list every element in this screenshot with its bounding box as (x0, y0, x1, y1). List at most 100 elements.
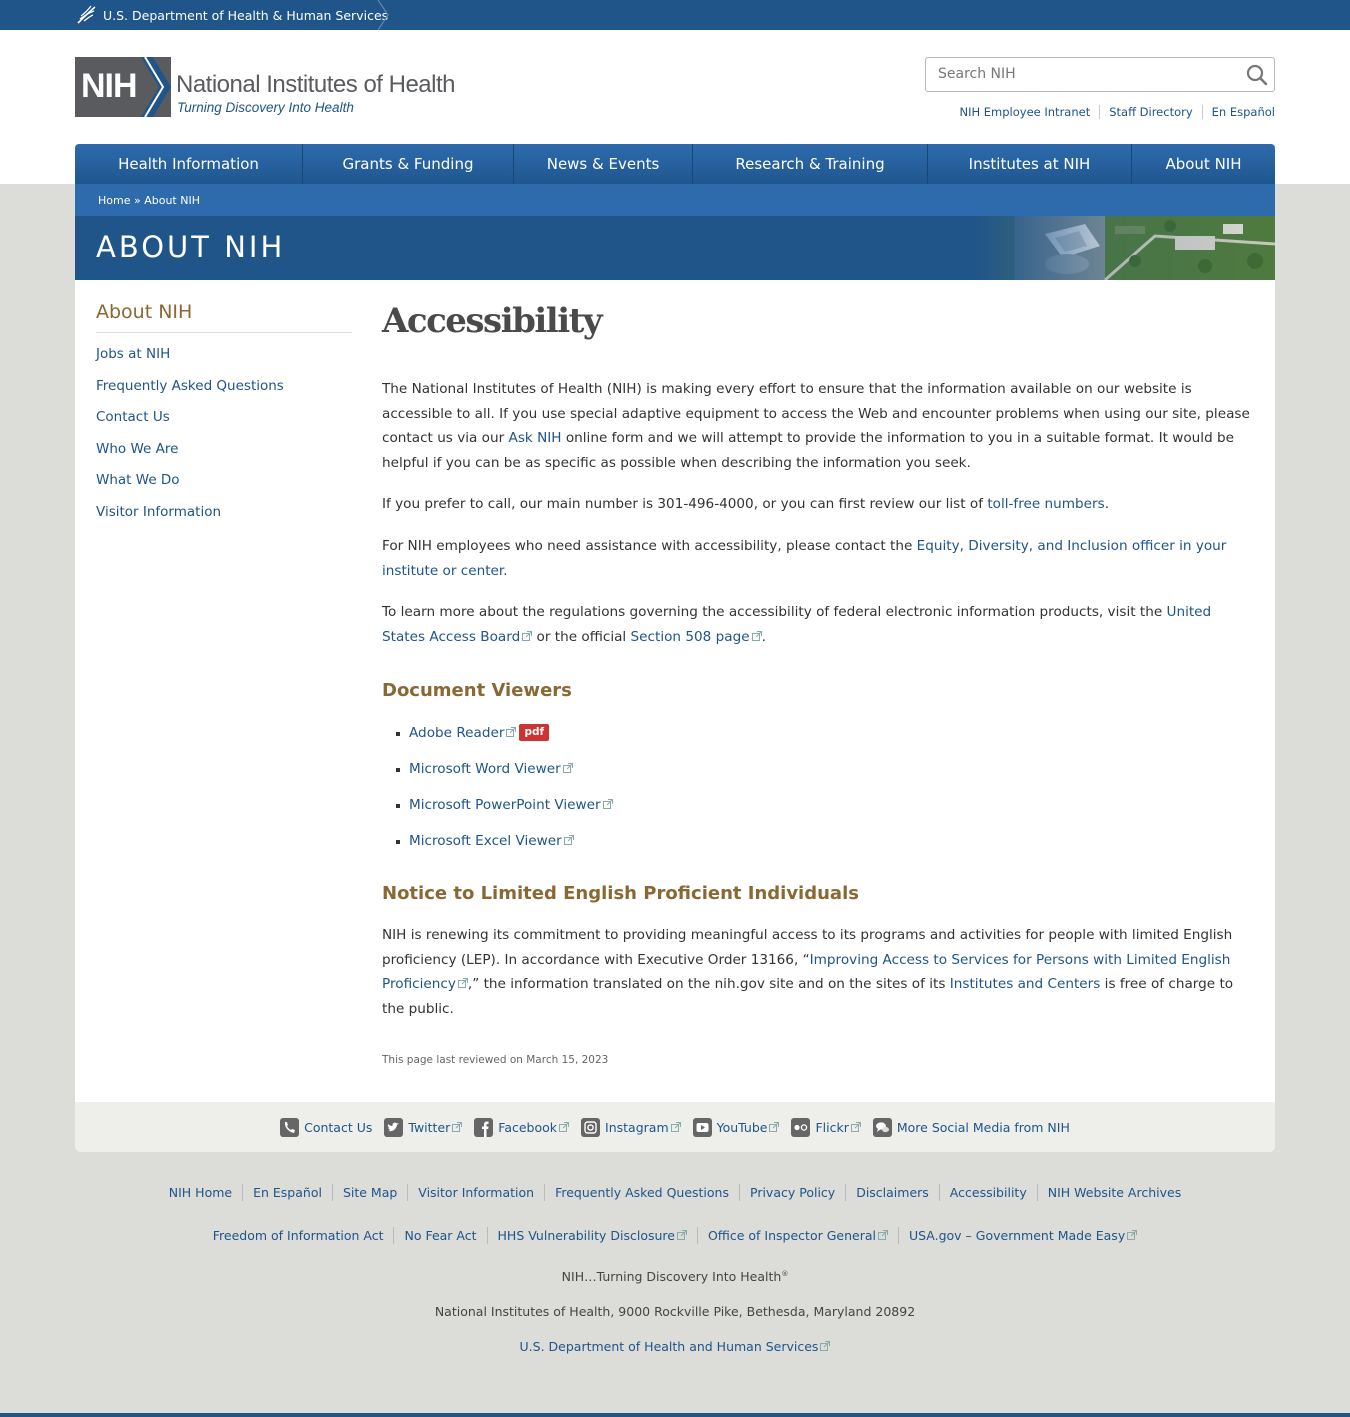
ask-nih-link[interactable]: Ask NIH (509, 430, 562, 446)
footer-link[interactable]: Frequently Asked Questions (544, 1184, 739, 1201)
sidebar-item-contact: Contact Us (96, 406, 284, 438)
nih-logo-title: National Institutes of Health (176, 71, 456, 98)
sidebar-item-who-we-are: Who We Are (96, 438, 284, 470)
footer-links-row-2: Freedom of Information Act No Fear Act H… (0, 1227, 1350, 1244)
external-link-icon (878, 1230, 888, 1240)
main-container: Home » About NIH ABOUT NIH About NIH Job… (75, 184, 1275, 1152)
footer-address: National Institutes of Health, 9000 Rock… (434, 1304, 916, 1319)
sidebar-link[interactable]: Contact Us (96, 409, 170, 425)
footer-link[interactable]: Freedom of Information Act (203, 1227, 394, 1244)
excel-viewer-link[interactable]: Microsoft Excel Viewer (409, 833, 574, 849)
sidebar-link[interactable]: Who We Are (96, 441, 178, 457)
external-link-icon (677, 1230, 687, 1240)
nav-grants-funding[interactable]: Grants & Funding (303, 144, 514, 184)
text: . (761, 628, 766, 645)
footer-link[interactable]: En Español (242, 1184, 332, 1201)
section-508-link[interactable]: Section 508 page (631, 629, 762, 645)
social-contact-us[interactable]: Contact Us (280, 1117, 373, 1137)
social-flickr[interactable]: Flickr (791, 1117, 861, 1137)
util-link-espanol[interactable]: En Español (1201, 105, 1275, 119)
facebook-icon (474, 1117, 494, 1137)
external-link-icon (452, 1122, 462, 1132)
breadcrumb-home[interactable]: Home (98, 194, 130, 207)
breadcrumb-current: About NIH (144, 193, 200, 207)
text: ,” the information translated on the nih… (467, 976, 950, 993)
footer-link-external[interactable]: Office of Inspector General (696, 1227, 898, 1244)
text: If you prefer to call, our main number i… (382, 496, 988, 512)
campus-aerial-image (975, 216, 1275, 280)
social-label: More Social Media from NIH (896, 1119, 1070, 1135)
external-link-icon (564, 835, 574, 845)
list-item: Microsoft PowerPoint Viewer (396, 793, 613, 829)
footer-link[interactable]: NIH Home (159, 1184, 242, 1201)
social-twitter[interactable]: Twitter (384, 1117, 462, 1137)
external-link-icon (671, 1122, 681, 1132)
footer-link[interactable]: Visitor Information (407, 1184, 544, 1201)
nav-institutes[interactable]: Institutes at NIH (928, 144, 1132, 184)
paragraph-intro: The National Institutes of Health (NIH) … (382, 377, 1257, 475)
word-viewer-link[interactable]: Microsoft Word Viewer (409, 761, 573, 777)
text: . (1104, 496, 1110, 512)
hhs-chevron-icon (377, 0, 389, 30)
footer-link[interactable]: Disclaimers (845, 1184, 939, 1201)
footer-link-external[interactable]: HHS Vulnerability Disclosure (486, 1227, 697, 1244)
nav-research-training[interactable]: Research & Training (693, 144, 928, 184)
util-link-intranet[interactable]: NIH Employee Intranet (950, 105, 1099, 119)
nav-news-events[interactable]: News & Events (514, 144, 693, 184)
link-text: Office of Inspector General (707, 1228, 876, 1243)
social-youtube[interactable]: YouTube (692, 1117, 780, 1137)
footer-link-external[interactable]: USA.gov – Government Made Easy (897, 1227, 1147, 1244)
text: . (503, 562, 508, 579)
social-label: Contact Us (304, 1119, 373, 1135)
institutes-centers-link[interactable]: Institutes and Centers (950, 976, 1101, 992)
hhs-label: U.S. Department of Health & Human Servic… (103, 7, 389, 23)
search-input[interactable] (938, 66, 1238, 82)
footer-link[interactable]: No Fear Act (393, 1227, 486, 1244)
external-link-icon (559, 1122, 569, 1132)
list-item: Microsoft Word Viewer (396, 757, 613, 793)
nav-about-nih[interactable]: About NIH (1132, 144, 1275, 184)
footer-hhs-link[interactable]: U.S. Department of Health and Human Serv… (520, 1339, 831, 1354)
hhs-top-bar: U.S. Department of Health & Human Servic… (0, 0, 1350, 30)
hhs-link[interactable]: U.S. Department of Health & Human Servic… (75, 0, 388, 30)
external-link-icon (563, 763, 573, 773)
footer-link[interactable]: Accessibility (938, 1184, 1037, 1201)
link-text: Adobe Reader (409, 725, 505, 741)
social-instagram[interactable]: Instagram (581, 1117, 681, 1137)
link-text: Section 508 page (630, 628, 750, 645)
social-facebook[interactable]: Facebook (474, 1117, 569, 1137)
link-text: USA.gov – Government Made Easy (908, 1228, 1126, 1243)
sidebar-divider (96, 332, 352, 333)
nav-health-information[interactable]: Health Information (75, 144, 303, 184)
search-icon[interactable] (1245, 63, 1269, 87)
external-link-icon (458, 978, 468, 988)
social-more[interactable]: More Social Media from NIH (872, 1117, 1070, 1137)
flickr-icon (791, 1117, 811, 1137)
footer-link[interactable]: Site Map (331, 1184, 407, 1201)
powerpoint-viewer-link[interactable]: Microsoft PowerPoint Viewer (409, 797, 613, 813)
footer-link[interactable]: Privacy Policy (739, 1184, 845, 1201)
paragraph-lep: NIH is renewing its commitment to provid… (382, 923, 1257, 1021)
external-link-icon (851, 1122, 861, 1132)
nih-logo[interactable]: NIH National Institutes of Health Turnin… (75, 57, 475, 119)
sidebar-link[interactable]: Visitor Information (96, 504, 221, 520)
util-link-staff-directory[interactable]: Staff Directory (1099, 105, 1201, 119)
hhs-eagle-icon (77, 5, 96, 24)
text: or the official (532, 628, 631, 645)
sidebar-link[interactable]: Jobs at NIH (96, 346, 170, 362)
footer-tagline-text: NIH…Turning Discovery Into Health (561, 1269, 782, 1284)
nih-logo-tagline: Turning Discovery Into Health (177, 100, 354, 115)
phone-icon (280, 1117, 300, 1137)
registered-mark: ® (781, 1269, 789, 1278)
toll-free-link[interactable]: toll-free numbers (987, 496, 1104, 512)
nih-logo-chevron-icon (141, 57, 171, 117)
adobe-reader-link[interactable]: Adobe Reader (409, 725, 516, 741)
breadcrumb-separator: » (130, 193, 145, 207)
twitter-icon (384, 1117, 404, 1137)
paragraph-phone: If you prefer to call, our main number i… (382, 492, 1257, 517)
footer-link[interactable]: NIH Website Archives (1036, 1184, 1192, 1201)
sidebar-link[interactable]: What We Do (96, 472, 180, 488)
external-link-icon (522, 631, 532, 641)
document-viewers-list: Adobe Reader pdf Microsoft Word Viewer Mi… (396, 721, 613, 865)
sidebar-link[interactable]: Frequently Asked Questions (96, 378, 284, 394)
